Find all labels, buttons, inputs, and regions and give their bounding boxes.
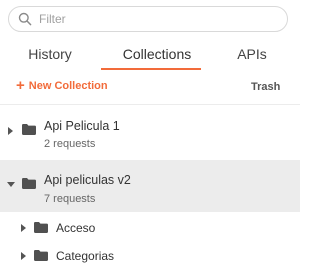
divider — [0, 104, 300, 105]
collection-item[interactable]: Api Pelicula 1 2 requests — [0, 110, 300, 160]
plus-icon: + — [16, 77, 25, 94]
collection-name: Api Pelicula 1 — [44, 119, 120, 133]
search-input[interactable] — [39, 12, 259, 26]
tab-apis[interactable]: APIs — [234, 46, 270, 62]
caret-right-icon[interactable] — [21, 224, 26, 232]
active-tab-indicator — [101, 68, 201, 70]
collection-name: Api peliculas v2 — [44, 173, 131, 187]
caret-right-icon[interactable] — [21, 252, 26, 260]
folder-icon — [22, 124, 36, 135]
folder-name: Acceso — [56, 221, 96, 235]
collections-toolbar: + New Collection Trash — [0, 78, 300, 100]
new-collection-label: New Collection — [28, 80, 108, 92]
tab-collections[interactable]: Collections — [117, 46, 197, 62]
search-box[interactable] — [8, 6, 288, 32]
caret-right-icon[interactable] — [8, 127, 13, 135]
search-icon — [18, 12, 32, 26]
collection-request-count: 7 requests — [44, 193, 96, 205]
folder-icon — [34, 250, 48, 261]
folder-icon — [34, 222, 48, 233]
collection-item-selected[interactable]: Api peliculas v2 7 requests — [0, 160, 300, 212]
tab-history[interactable]: History — [27, 46, 73, 62]
caret-down-icon[interactable] — [7, 182, 15, 187]
new-collection-button[interactable]: + New Collection — [16, 77, 108, 94]
tab-bar: History Collections APIs — [0, 40, 300, 70]
collection-request-count: 2 requests — [44, 138, 96, 150]
folder-item[interactable]: Categorias — [0, 242, 300, 266]
trash-button[interactable]: Trash — [251, 81, 280, 93]
folder-name: Categorias — [56, 249, 115, 263]
folder-item[interactable]: Acceso — [0, 214, 300, 242]
folder-icon — [22, 178, 36, 189]
